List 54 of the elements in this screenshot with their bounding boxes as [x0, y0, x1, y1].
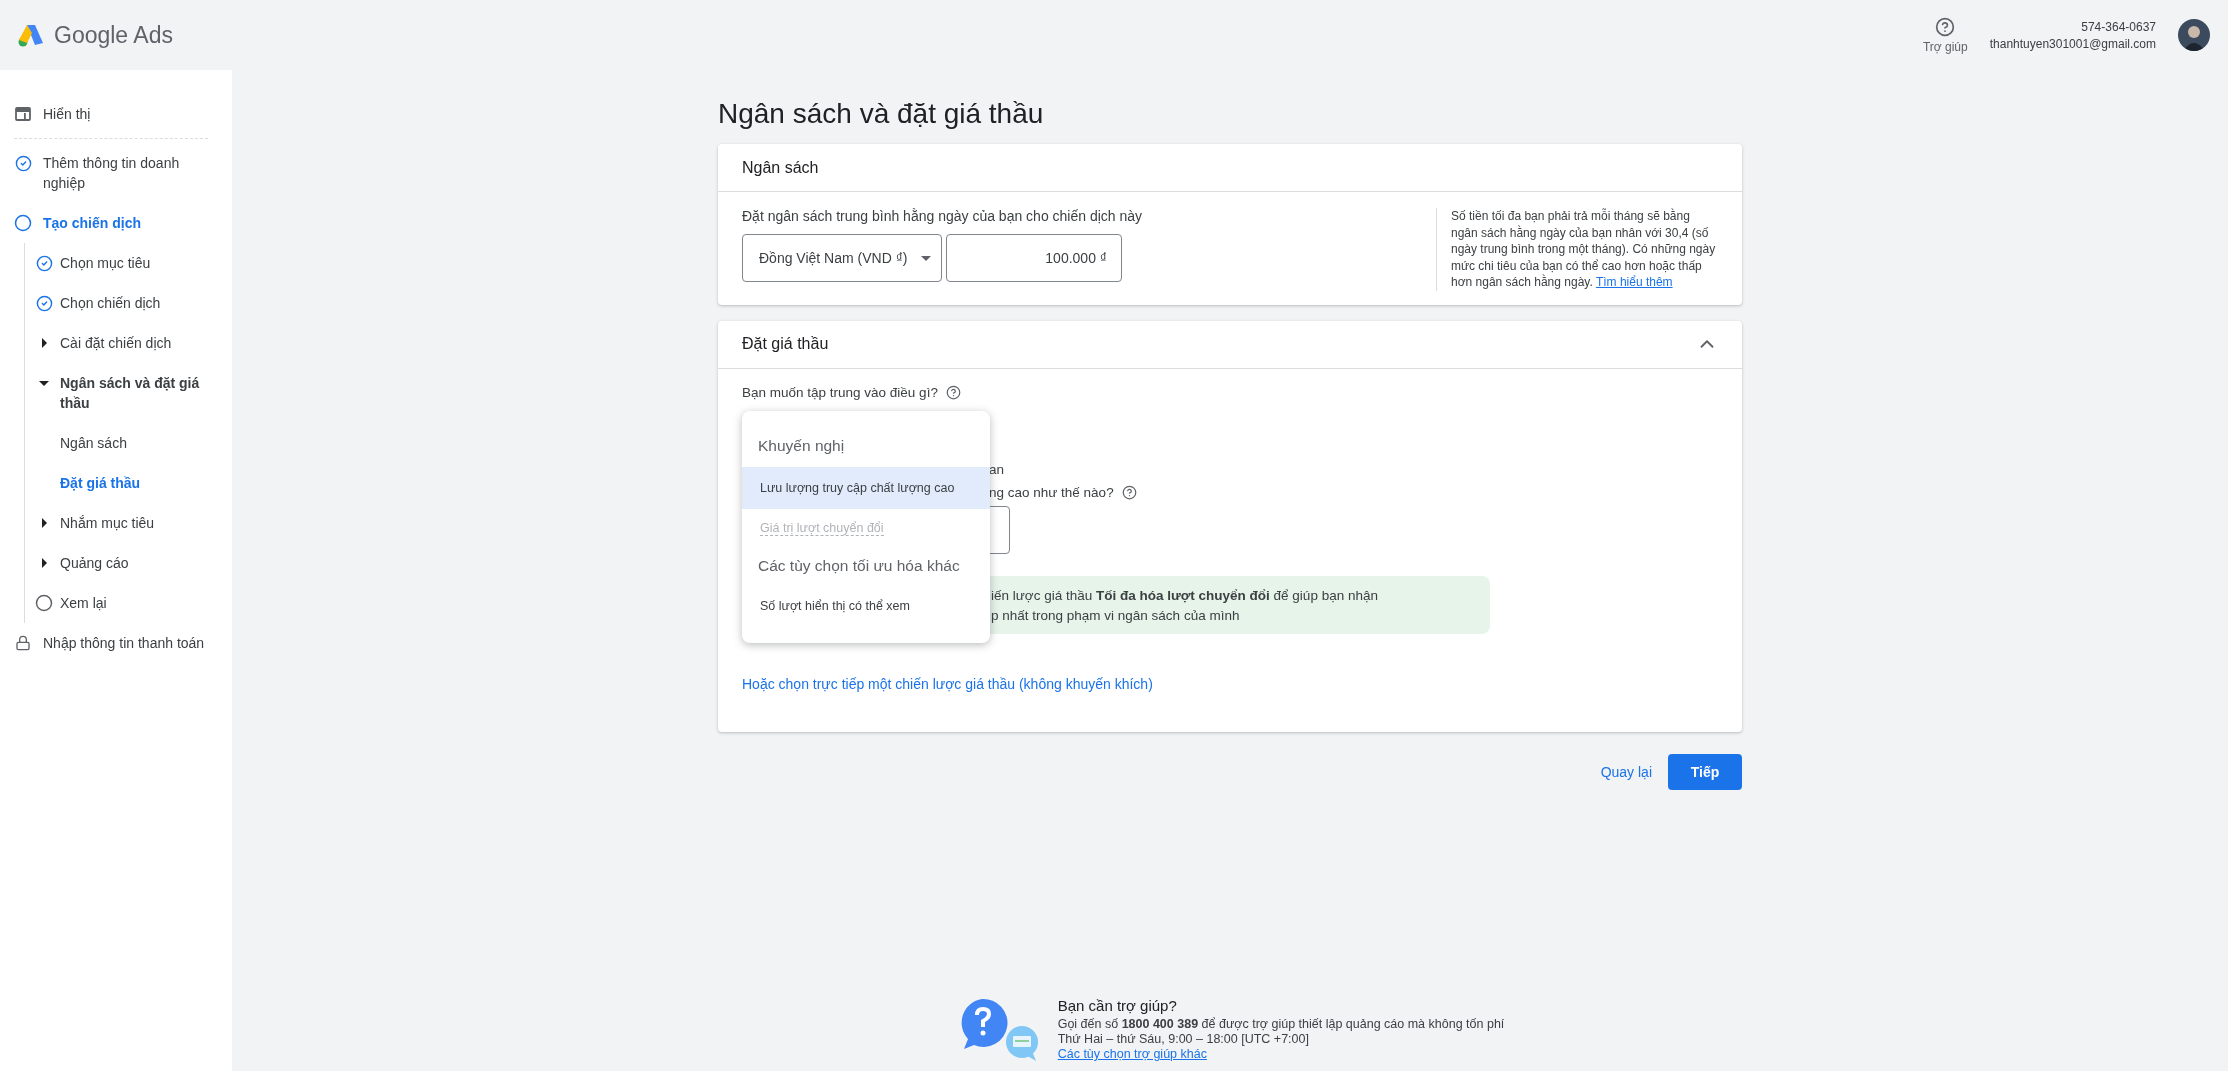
sidebar-item[interactable]: Chọn chiến dịch — [60, 293, 161, 313]
help-icon — [1935, 16, 1956, 37]
sidebar-item[interactable]: Hiển thị — [43, 104, 91, 124]
sidebar-item[interactable]: Nhắm mục tiêu — [60, 513, 155, 533]
question-label: Bạn muốn tập trung vào điều gì? — [742, 384, 938, 400]
amount-field[interactable]: 100.000 ₫ — [946, 234, 1122, 282]
check-circle-icon — [14, 154, 32, 172]
question-label: ng cao như thế nào? — [989, 484, 1114, 500]
help-hours-text: Thứ Hai – thứ Sáu, 9:00 – 18:00 [UTC +7:00] — [1057, 1032, 1310, 1047]
sidebar-item[interactable]: Quảng cáo — [60, 553, 129, 573]
help-options-link[interactable]: Các tùy chọn trợ giúp khác — [1057, 1047, 1505, 1062]
circle-icon — [14, 214, 32, 232]
circle-icon — [35, 594, 53, 612]
next-button[interactable]: Tiếp — [1668, 753, 1742, 790]
check-circle-icon — [35, 294, 53, 312]
sidebar-item[interactable]: Cài đặt chiến dịch — [60, 333, 172, 353]
menu-option[interactable]: Lưu lượng truy cập chất lượng cao — [742, 466, 990, 509]
page-title: Ngân sách và đặt giá thầu — [718, 98, 1045, 130]
menu-heading: Các tùy chọn tối ưu hóa khác — [757, 555, 961, 576]
help-phone-text: Gọi đến số 1800 400 389 để được trợ giúp thiết lập quảng cáo mà không tốn phí — [1057, 1017, 1505, 1032]
card-title: Ngân sách — [742, 158, 819, 177]
partial-text: an — [989, 461, 1006, 477]
logo-icon — [18, 23, 44, 47]
check-circle-icon — [35, 254, 53, 272]
menu-heading: Khuyến nghị — [757, 435, 846, 456]
info-text: p nhất trong phạm vi ngân sách của mình — [991, 606, 1241, 625]
help-icon[interactable] — [945, 384, 961, 400]
logo-text: Google Ads — [54, 21, 173, 49]
budget-note: Số tiền tối đa bạn phải trả mỗi tháng sẽ bằng ngân sách hằng ngày của bạn nhân với 30,4 (số ngày trung bình trong một tháng). Có những ngày mức chi tiêu của bạn có thể cao hơn hoặc thấp hơn ngân sách hằng ngày. Tìm hiểu thêm — [1436, 208, 1718, 291]
learn-more-link[interactable]: Tìm hiểu thêm — [1595, 275, 1673, 289]
info-text: iến lược giá thầu Tối đa hóa lượt chuyển đổi để giúp bạn nhận — [991, 586, 1379, 605]
back-button[interactable]: Quay lại — [1592, 753, 1660, 790]
avatar[interactable] — [2178, 19, 2210, 51]
sidebar-item[interactable]: Chọn mục tiêu — [60, 253, 151, 273]
sidebar-item[interactable]: Ngân sách — [60, 433, 127, 453]
help-title: Bạn cần trợ giúp? — [1057, 998, 1178, 1013]
budget-prompt: Đặt ngân sách trung bình hằng ngày của bạn cho chiến dịch này — [742, 208, 1144, 224]
account-id: 574-364-0637 — [2081, 19, 2156, 34]
sidebar-item[interactable]: Thêm thông tin doanh nghiệp — [43, 153, 216, 193]
account-email: thanhtuyen301001@gmail.com — [1989, 36, 2156, 51]
card-title: Đặt giá thầu — [742, 335, 829, 353]
sidebar-item[interactable]: Ngân sách và đặt giá thầu — [60, 373, 216, 413]
caret-down-icon — [921, 255, 931, 261]
sidebar-item[interactable]: Tạo chiến dịch — [43, 213, 141, 233]
sidebar-item[interactable]: Xem lại — [60, 593, 107, 613]
sidebar-item[interactable]: Đặt giá thầu — [60, 473, 141, 493]
lock-icon — [15, 635, 31, 651]
help-icon[interactable] — [1121, 484, 1137, 500]
help-button[interactable]: Trợ giúp — [1922, 16, 1968, 54]
bid-strategy-link[interactable]: Hoặc chọn trực tiếp một chiến lược giá thầu (không khuyến khích) — [742, 675, 1153, 692]
menu-option[interactable]: Số lượt hiển thị có thể xem — [742, 586, 990, 625]
layout-icon — [15, 107, 31, 121]
sidebar-item[interactable]: Nhập thông tin thanh toán — [43, 633, 205, 653]
currency-select[interactable]: Đồng Việt Nam (VND ₫) — [742, 234, 942, 282]
